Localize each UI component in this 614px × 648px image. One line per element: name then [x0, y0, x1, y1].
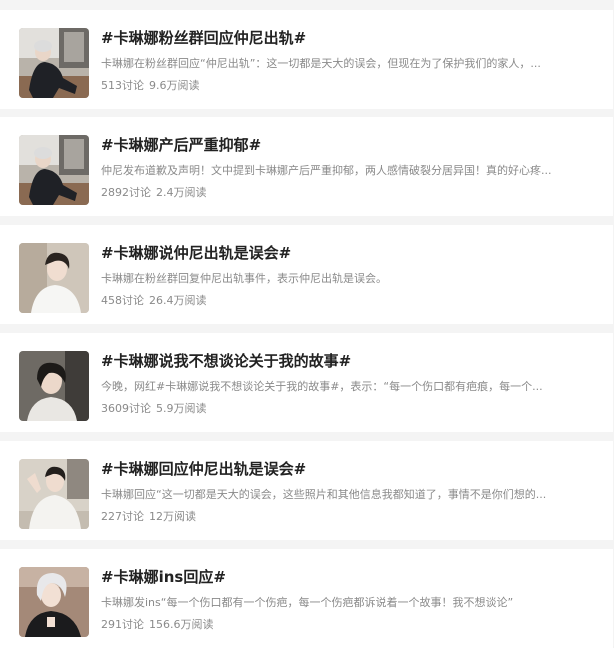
topic-stats: 2892讨论 2.4万阅读: [101, 185, 207, 201]
topic-card[interactable]: #卡琳娜粉丝群回应仲尼出轨# 卡琳娜在粉丝群回应“仲尼出轨”：这一切都是天大的误…: [0, 10, 613, 109]
read-count: 9.6万阅读: [149, 79, 200, 92]
discussion-count: 227讨论: [101, 510, 144, 523]
man-posing-photo: [19, 459, 89, 529]
topic-title[interactable]: #卡琳娜ins回应#: [101, 567, 226, 587]
topic-title[interactable]: #卡琳娜说仲尼出轨是误会#: [101, 243, 291, 263]
topic-stats: 227讨论 12万阅读: [101, 509, 196, 525]
topic-card[interactable]: #卡琳娜说我不想谈论关于我的故事# 今晚，网红#卡琳娜说我不想谈论关于我的故事#…: [0, 333, 613, 432]
topic-card[interactable]: #卡琳娜回应仲尼出轨是误会# 卡琳娜回应“这一切都是天大的误会，这些照片和其他信…: [0, 441, 613, 540]
read-count: 156.6万阅读: [149, 618, 214, 631]
topic-card[interactable]: #卡琳娜ins回应# 卡琳娜发ins“每一个伤口都有一个伤疤，每一个伤疤都诉说着…: [0, 549, 613, 648]
topic-summary: 卡琳娜在粉丝群回复仲尼出轨事件，表示仲尼出轨是误会。: [101, 272, 387, 285]
topic-stats: 458讨论 26.4万阅读: [101, 293, 207, 309]
topic-summary: 仲尼发布道歉及声明！文中提到卡琳娜产后严重抑郁，两人感情破裂分居异国！真的好心疼…: [101, 164, 552, 177]
portrait-photo: [19, 351, 89, 421]
man-in-suit-photo: [19, 135, 89, 205]
topic-summary: 卡琳娜发ins“每一个伤口都有一个伤疤，每一个伤疤都诉说着一个故事！我不想谈论”: [101, 596, 514, 609]
topic-thumbnail[interactable]: [19, 28, 89, 98]
topic-summary: 卡琳娜在粉丝群回应“仲尼出轨”：这一切都是天大的误会，但现在为了保护我们的家人，…: [101, 57, 541, 70]
topic-summary: 今晚，网红#卡琳娜说我不想谈论关于我的故事#，表示：“每一个伤口都有疤痕，每一个…: [101, 380, 543, 393]
man-in-suit-photo: [19, 28, 89, 98]
read-count: 12万阅读: [149, 510, 196, 523]
topic-stats: 291讨论 156.6万阅读: [101, 617, 214, 633]
topic-summary: 卡琳娜回应“这一切都是天大的误会，这些照片和其他信息我都知道了，事情不是你们想的…: [101, 488, 547, 501]
topic-title[interactable]: #卡琳娜产后严重抑郁#: [101, 135, 261, 155]
topic-feed: #卡琳娜粉丝群回应仲尼出轨# 卡琳娜在粉丝群回应“仲尼出轨”：这一切都是天大的误…: [0, 0, 614, 648]
discussion-count: 3609讨论: [101, 402, 151, 415]
topic-title[interactable]: #卡琳娜回应仲尼出轨是误会#: [101, 459, 306, 479]
discussion-count: 513讨论: [101, 79, 144, 92]
man-white-shirt-photo: [19, 243, 89, 313]
topic-title[interactable]: #卡琳娜说我不想谈论关于我的故事#: [101, 351, 351, 371]
topic-card[interactable]: #卡琳娜说仲尼出轨是误会# 卡琳娜在粉丝群回复仲尼出轨事件，表示仲尼出轨是误会。…: [0, 225, 613, 324]
read-count: 26.4万阅读: [149, 294, 207, 307]
topic-thumbnail[interactable]: [19, 567, 89, 637]
read-count: 2.4万阅读: [156, 186, 207, 199]
discussion-count: 2892讨论: [101, 186, 151, 199]
topic-stats: 513讨论 9.6万阅读: [101, 78, 200, 94]
topic-thumbnail[interactable]: [19, 135, 89, 205]
topic-thumbnail[interactable]: [19, 351, 89, 421]
read-count: 5.9万阅读: [156, 402, 207, 415]
topic-stats: 3609讨论 5.9万阅读: [101, 401, 207, 417]
topic-thumbnail[interactable]: [19, 459, 89, 529]
topic-card[interactable]: #卡琳娜产后严重抑郁# 仲尼发布道歉及声明！文中提到卡琳娜产后严重抑郁，两人感情…: [0, 117, 613, 216]
discussion-count: 291讨论: [101, 618, 144, 631]
discussion-count: 458讨论: [101, 294, 144, 307]
topic-title[interactable]: #卡琳娜粉丝群回应仲尼出轨#: [101, 28, 306, 48]
silver-hair-portrait-photo: [19, 567, 89, 637]
topic-thumbnail[interactable]: [19, 243, 89, 313]
